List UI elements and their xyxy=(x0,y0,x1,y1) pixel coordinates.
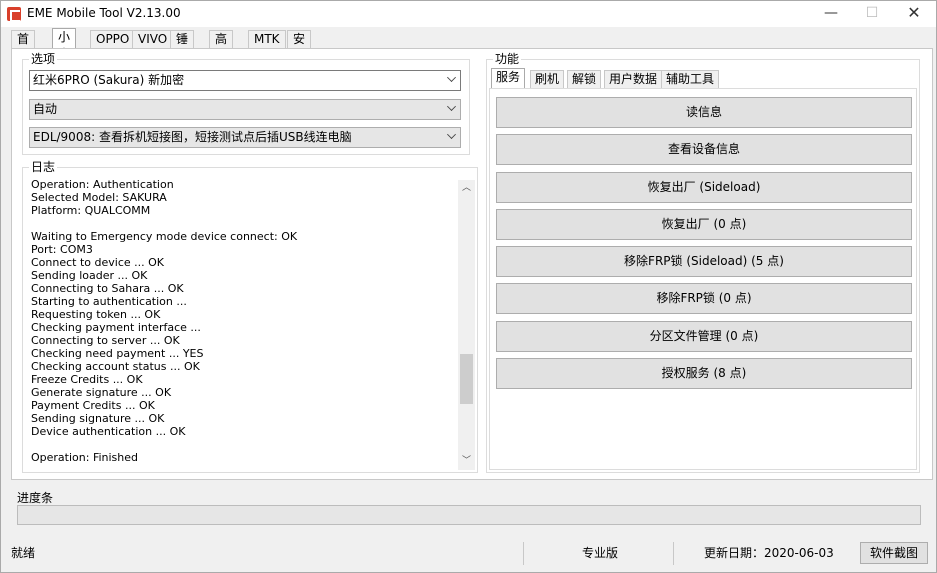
status-bar: 就绪 专业版 更新日期：2020-06-03 xyxy=(1,542,937,566)
scroll-thumb[interactable] xyxy=(460,354,473,404)
tab-android[interactable]: 安卓 xyxy=(287,30,312,63)
status-edition: 专业版 xyxy=(523,542,673,565)
functions-label: 功能 xyxy=(493,52,522,66)
ftab-flash[interactable]: 刷机 xyxy=(530,70,565,88)
mode-select-value: 自动 xyxy=(33,102,58,116)
chevron-down-icon xyxy=(447,73,456,82)
tab-qualcomm[interactable]: 高通 xyxy=(209,30,234,63)
factory-reset-button[interactable]: 恢复出厂 (0 点) xyxy=(496,209,912,240)
functions-group: 功能 服务 刷机 解锁 用户数据 辅助工具 读信息 查看设备信息 恢复出厂 (S… xyxy=(486,52,920,473)
tab-mtk[interactable]: MTK xyxy=(248,30,286,48)
chevron-down-icon xyxy=(447,102,456,111)
tab-smartisan[interactable]: 锤子 xyxy=(170,30,195,63)
function-tabs: 服务 刷机 解锁 用户数据 辅助工具 xyxy=(491,68,911,88)
edl-select-value: EDL/9008: 查看拆机短接图，短接测试点后插USB线连电脑 xyxy=(33,130,352,144)
service-page: 读信息 查看设备信息 恢复出厂 (Sideload) 恢复出厂 (0 点) 移除… xyxy=(489,88,917,470)
screenshot-button[interactable]: 软件截图 xyxy=(860,542,928,564)
log-output: Operation: Authentication Selected Model… xyxy=(31,178,298,464)
title-bar: EME Mobile Tool V2.13.00 — ☐ ✕ xyxy=(1,1,936,27)
xiaomi-panel: 选项 红米6PRO (Sakura) 新加密 自动 EDL/9008: 查看拆机… xyxy=(11,48,933,480)
tab-home[interactable]: 首页 xyxy=(11,30,36,63)
model-select-value: 红米6PRO (Sakura) 新加密 xyxy=(33,73,185,87)
window-title: EME Mobile Tool V2.13.00 xyxy=(27,6,181,20)
model-select[interactable]: 红米6PRO (Sakura) 新加密 xyxy=(29,70,461,91)
mode-select[interactable]: 自动 xyxy=(29,99,461,120)
options-label: 选项 xyxy=(29,52,58,66)
maximize-button[interactable]: ☐ xyxy=(857,4,887,24)
tab-vivo[interactable]: VIVO xyxy=(132,30,174,48)
log-label: 日志 xyxy=(29,160,58,174)
ftab-tools[interactable]: 辅助工具 xyxy=(661,70,720,88)
close-button[interactable]: ✕ xyxy=(899,4,929,24)
remove-frp-button[interactable]: 移除FRP锁 (0 点) xyxy=(496,283,912,314)
progress-bar xyxy=(17,505,921,525)
tab-oppo[interactable]: OPPO xyxy=(90,30,136,48)
log-scrollbar[interactable]: ︿ ﹀ xyxy=(458,180,475,470)
authorize-service-button[interactable]: 授权服务 (8 点) xyxy=(496,358,912,389)
factory-reset-sideload-button[interactable]: 恢复出厂 (Sideload) xyxy=(496,172,912,203)
device-info-button[interactable]: 查看设备信息 xyxy=(496,134,912,165)
minimize-button[interactable]: — xyxy=(816,4,846,24)
ftab-userdata[interactable]: 用户数据 xyxy=(604,70,663,88)
read-info-button[interactable]: 读信息 xyxy=(496,97,912,128)
tab-xiaomi[interactable]: 小米 xyxy=(52,28,77,61)
ftab-unlock[interactable]: 解锁 xyxy=(567,70,602,88)
progress-label: 进度条 xyxy=(17,491,54,505)
status-state: 就绪 xyxy=(11,546,36,560)
remove-frp-sideload-button[interactable]: 移除FRP锁 (Sideload) (5 点) xyxy=(496,246,912,277)
log-group: 日志 Operation: Authentication Selected Mo… xyxy=(22,160,478,473)
app-logo-icon xyxy=(7,7,21,22)
scroll-down-icon[interactable]: ﹀ xyxy=(458,453,475,470)
scroll-up-icon[interactable]: ︿ xyxy=(458,180,475,197)
edl-select[interactable]: EDL/9008: 查看拆机短接图，短接测试点后插USB线连电脑 xyxy=(29,127,461,148)
chevron-down-icon xyxy=(447,130,456,139)
main-window: EME Mobile Tool V2.13.00 — ☐ ✕ 首页 小米 OPP… xyxy=(0,0,937,573)
partition-manager-button[interactable]: 分区文件管理 (0 点) xyxy=(496,321,912,352)
ftab-service[interactable]: 服务 xyxy=(491,68,526,88)
options-group: 选项 红米6PRO (Sakura) 新加密 自动 EDL/9008: 查看拆机… xyxy=(22,52,470,155)
status-update-date: 更新日期：2020-06-03 xyxy=(673,542,853,565)
